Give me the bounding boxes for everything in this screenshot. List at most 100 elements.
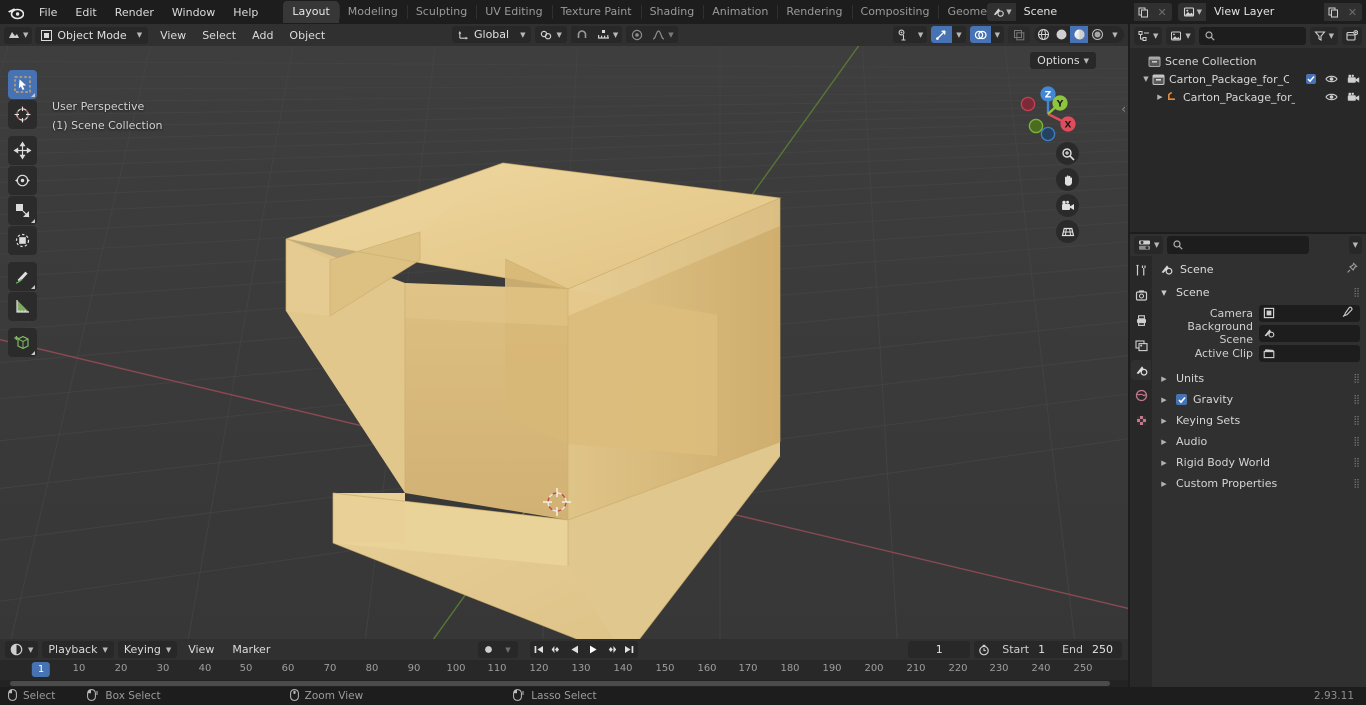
- audio-panel-header[interactable]: ▶ Audio ⣿: [1152, 431, 1366, 452]
- menu-render[interactable]: Render: [106, 3, 163, 22]
- camera-icon[interactable]: [1056, 194, 1079, 217]
- timeline-editor-icon[interactable]: ▼: [5, 641, 39, 658]
- previous-keyframe-button[interactable]: [548, 641, 566, 658]
- start-value[interactable]: 1: [1034, 643, 1054, 656]
- timeline-editor[interactable]: ▼ Playback ▼ Keying ▼ View Marker ▼ 1 St…: [0, 639, 1128, 687]
- tab-modeling[interactable]: Modeling: [338, 1, 407, 23]
- pin-icon[interactable]: [1346, 261, 1358, 277]
- editor-type-selector[interactable]: ▼: [4, 26, 33, 44]
- measure-tool[interactable]: [8, 292, 37, 321]
- active-clip-field[interactable]: [1259, 344, 1360, 362]
- rigid-body-world-panel-header[interactable]: ▶ Rigid Body World ⣿: [1152, 452, 1366, 473]
- end-value[interactable]: 250: [1088, 643, 1122, 656]
- filter-id-icon[interactable]: ▼: [1166, 27, 1195, 45]
- new-scene-button[interactable]: [1133, 3, 1153, 21]
- expand-triangle-icon[interactable]: ▼: [1140, 75, 1152, 83]
- 3d-viewport[interactable]: ▼ Object Mode ▼ View Select Add Object G…: [0, 24, 1128, 639]
- tab-sculpting[interactable]: Sculpting: [406, 1, 476, 23]
- play-button[interactable]: [584, 641, 602, 658]
- texture-tab-icon[interactable]: [1131, 410, 1151, 430]
- tab-compositing[interactable]: Compositing: [851, 1, 939, 23]
- next-keyframe-button[interactable]: [602, 641, 620, 658]
- new-collection-icon[interactable]: [1342, 27, 1362, 45]
- scene-icon[interactable]: ▼: [987, 3, 1016, 21]
- shading-options-dropdown[interactable]: ▼: [1106, 26, 1124, 43]
- world-tab-icon[interactable]: [1131, 385, 1151, 405]
- unlink-scene-button[interactable]: ✕: [1152, 3, 1172, 21]
- cursor-tool[interactable]: [8, 100, 37, 129]
- camera-render-icon[interactable]: [1347, 92, 1360, 103]
- wireframe-shading-icon[interactable]: [1034, 26, 1052, 43]
- output-tab-icon[interactable]: [1131, 310, 1151, 330]
- play-reverse-button[interactable]: [566, 641, 584, 658]
- view-layer-icon[interactable]: ▼: [1177, 3, 1206, 21]
- xray-toggle[interactable]: [1008, 26, 1030, 43]
- menu-window[interactable]: Window: [163, 3, 224, 22]
- rotate-tool[interactable]: [8, 166, 37, 195]
- jump-to-end-button[interactable]: [620, 641, 638, 658]
- pan-hand-icon[interactable]: [1056, 168, 1079, 191]
- camera-render-icon[interactable]: [1347, 74, 1360, 85]
- overlays-group[interactable]: ▼: [969, 26, 1004, 43]
- properties-options-dropdown[interactable]: ▼: [1348, 236, 1362, 254]
- gravity-panel-header[interactable]: ▶ Gravity ⣿: [1152, 389, 1366, 410]
- playhead[interactable]: 1: [31, 662, 51, 677]
- viewport-canvas[interactable]: [0, 46, 1128, 639]
- render-tab-icon[interactable]: [1131, 285, 1151, 305]
- auto-keying-dropdown[interactable]: ▼: [498, 641, 518, 658]
- tab-layout[interactable]: Layout: [283, 1, 339, 23]
- tool-tab-icon[interactable]: [1131, 260, 1151, 280]
- solid-shading-icon[interactable]: [1052, 26, 1070, 43]
- properties-search-input[interactable]: [1167, 236, 1310, 254]
- viewport-menu-object[interactable]: Object: [281, 27, 333, 44]
- collection-enable-checkbox[interactable]: [1306, 74, 1316, 84]
- tab-uv-editing[interactable]: UV Editing: [476, 1, 551, 23]
- pivot-point-dropdown[interactable]: ▼: [535, 26, 567, 43]
- outliner-search-input[interactable]: [1198, 27, 1306, 45]
- snapping-group[interactable]: ▼: [570, 26, 623, 43]
- viewport-menu-view[interactable]: View: [152, 27, 194, 44]
- tab-texture-paint[interactable]: Texture Paint: [551, 1, 641, 23]
- keying-sets-panel-header[interactable]: ▶ Keying Sets ⣿: [1152, 410, 1366, 431]
- scene-name[interactable]: Scene: [1015, 3, 1134, 21]
- expand-triangle-icon[interactable]: ▶: [1154, 93, 1166, 101]
- view-layer-tab-icon[interactable]: [1131, 335, 1151, 355]
- playback-dropdown[interactable]: Playback ▼: [42, 641, 114, 658]
- outliner-editor[interactable]: ▼ ▼ ▼ ▶: [1130, 24, 1366, 232]
- navigation-gizmo[interactable]: X Y Z: [1010, 76, 1086, 152]
- tweak-select-tool[interactable]: [8, 70, 37, 99]
- transform-tool[interactable]: [8, 226, 37, 255]
- custom-properties-panel-header[interactable]: ▶ Custom Properties ⣿: [1152, 473, 1366, 494]
- viewport-menu-select[interactable]: Select: [194, 27, 244, 44]
- timeline-scrollbar[interactable]: [0, 680, 1128, 687]
- viewport-menu-add[interactable]: Add: [244, 27, 281, 44]
- timeline-ruler[interactable]: 10 20 30 40 50 60 70 80 90 100 110 120 1…: [0, 660, 1128, 680]
- options-button[interactable]: Options ▼: [1030, 52, 1096, 69]
- material-preview-shading-icon[interactable]: [1070, 26, 1088, 43]
- outliner-row-scene-collection[interactable]: ▶ Scene Collection: [1130, 52, 1366, 70]
- jump-to-start-button[interactable]: [530, 641, 548, 658]
- gravity-checkbox[interactable]: [1176, 394, 1187, 405]
- add-cube-tool[interactable]: [8, 328, 37, 357]
- transform-orientation-dropdown[interactable]: Global ▼: [452, 26, 532, 43]
- annotate-tool[interactable]: [8, 262, 37, 291]
- remove-view-layer-button[interactable]: ✕: [1343, 3, 1362, 21]
- camera-field[interactable]: [1259, 304, 1360, 322]
- properties-editor-icon[interactable]: ▼: [1134, 236, 1164, 254]
- timeline-menu-view[interactable]: View: [181, 641, 221, 658]
- mode-dropdown[interactable]: Object Mode ▼: [35, 26, 149, 44]
- blender-logo-icon[interactable]: [0, 5, 30, 20]
- menu-help[interactable]: Help: [224, 3, 267, 22]
- outliner-display-mode-icon[interactable]: ▼: [1134, 27, 1163, 45]
- clock-icon[interactable]: [974, 641, 994, 658]
- zoom-icon[interactable]: [1056, 142, 1079, 165]
- background-scene-field[interactable]: [1259, 324, 1360, 342]
- timeline-scrollbar-thumb[interactable]: [10, 681, 1110, 686]
- gizmo-visibility-group[interactable]: ▼: [892, 26, 928, 43]
- scale-tool[interactable]: [8, 196, 37, 225]
- menu-file[interactable]: File: [30, 3, 66, 22]
- record-icon[interactable]: [478, 641, 498, 658]
- outliner-filter-button[interactable]: ▼: [1309, 27, 1338, 45]
- gizmos-group[interactable]: ▼: [931, 26, 966, 43]
- eyedropper-icon[interactable]: [1341, 306, 1356, 321]
